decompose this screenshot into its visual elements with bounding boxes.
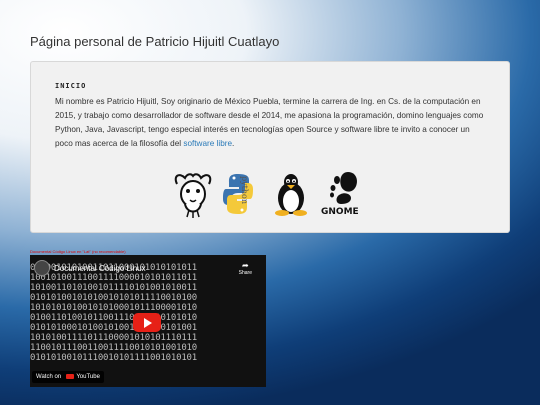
intro-end: . — [232, 139, 235, 148]
play-button[interactable] — [133, 313, 161, 332]
code-line: 10100110101001011110101001010011 — [30, 283, 197, 293]
intro-text: Mi nombre es Patricio Hijuitl, Soy origi… — [55, 95, 485, 151]
intro-heading: INICIO — [55, 82, 87, 90]
channel-avatar[interactable] — [34, 260, 50, 276]
code-line: 01010100101010010101011110010100 — [30, 293, 197, 303]
youtube-icon — [65, 373, 74, 379]
python-label: python — [240, 176, 249, 204]
code-line: 10101001111011100001010101110111 — [30, 333, 197, 343]
gnu-logo — [174, 173, 212, 218]
intro-card: INICIO Mi nombre es Patricio Hijuitl, So… — [30, 61, 510, 233]
software-libre-link[interactable]: software libre — [183, 139, 232, 148]
code-line: 01010100101110010101111001010101 — [30, 353, 197, 363]
gnome-logo — [330, 172, 357, 204]
share-button[interactable]: ➦ Share — [239, 261, 252, 276]
code-line: 10101010100101010001011100001010 — [30, 303, 197, 313]
page-title: Página personal de Patricio Hijuitl Cuat… — [30, 34, 280, 49]
code-line: 11001011100110011110010101001010 — [30, 343, 197, 353]
share-icon: ➦ — [241, 261, 249, 270]
video-title[interactable]: Documental Código Linux — [54, 264, 146, 273]
video-header: Documental Código Linux — [34, 260, 146, 276]
share-label: Share — [238, 270, 252, 276]
video-caption: Documental Código Linux en "Lat" (no rec… — [30, 249, 126, 254]
watch-on-label: Watch on — [36, 374, 62, 380]
watch-on-youtube-button[interactable]: Watch on YouTube — [32, 370, 104, 383]
youtube-label: YouTube — [76, 374, 100, 380]
intro-body: Mi nombre es Patricio Hijuitl, Soy origi… — [55, 97, 484, 148]
gnome-label: GNOME — [321, 207, 359, 217]
video-embed[interactable]: 01000101010011011000101010101011 1001010… — [30, 255, 266, 387]
tux-logo — [275, 174, 307, 216]
